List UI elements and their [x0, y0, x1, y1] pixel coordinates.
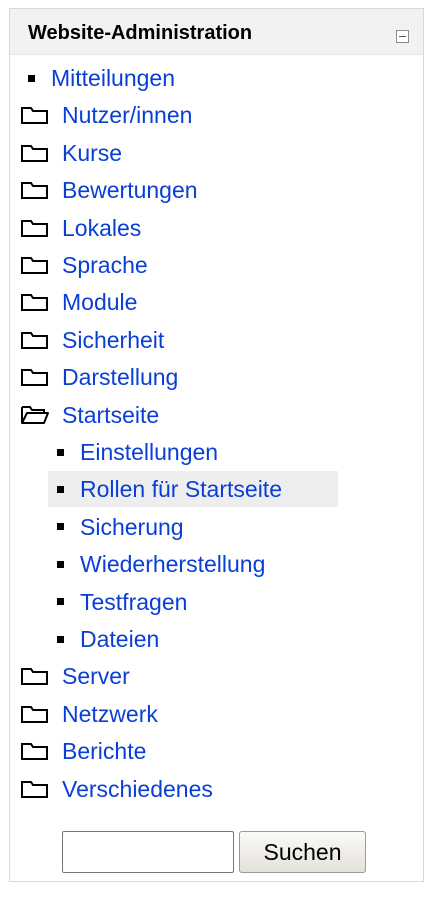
folder-open-icon[interactable] [20, 404, 50, 426]
tree-item: Module [20, 284, 137, 320]
tree-item: Verschiedenes [20, 771, 213, 807]
bullet-icon [57, 560, 64, 568]
tree-link[interactable]: Berichte [62, 733, 146, 769]
admin-block: Website-Administration Mitteilungen Nutze… [9, 8, 424, 882]
bullet-icon [28, 74, 35, 82]
tree-link[interactable]: Lokales [62, 210, 141, 246]
tree-link[interactable]: Einstellungen [80, 434, 218, 470]
bullet-icon [57, 448, 64, 456]
folder-closed-icon[interactable] [20, 703, 50, 725]
tree-subitem: Dateien [48, 621, 159, 657]
search-button[interactable]: Suchen [239, 831, 366, 873]
folder-closed-icon[interactable] [20, 254, 50, 276]
folder-closed-icon[interactable] [20, 329, 50, 351]
tree-item: Startseite [20, 397, 159, 433]
block-header: Website-Administration [10, 9, 423, 55]
folder-closed-icon[interactable] [20, 740, 50, 762]
tree-item: Netzwerk [20, 696, 158, 732]
tree-subitem: Einstellungen [48, 434, 218, 470]
folder-closed-icon[interactable] [20, 778, 50, 800]
tree-link[interactable]: Sicherung [80, 509, 184, 545]
minus-box-icon[interactable] [396, 30, 409, 43]
tree-item: Nutzer/innen [20, 97, 192, 133]
tree-item: Darstellung [20, 359, 178, 395]
tree-subitem: Wiederherstellung [48, 546, 265, 582]
tree-link[interactable]: Server [62, 658, 130, 694]
folder-closed-icon[interactable] [20, 104, 50, 126]
tree-item: Bewertungen [20, 172, 198, 208]
tree-link[interactable]: Darstellung [62, 359, 178, 395]
tree-link[interactable]: Startseite [62, 397, 159, 433]
tree-link[interactable]: Kurse [62, 135, 122, 171]
tree-item: Berichte [20, 733, 146, 769]
tree-link[interactable]: Sicherheit [62, 322, 164, 358]
bullet-icon [57, 635, 64, 643]
block-title: Website-Administration [28, 22, 253, 44]
tree-item: Sprache [20, 247, 148, 283]
tree-link[interactable]: Verschiedenes [62, 771, 213, 807]
tree-subitem: Sicherung [48, 509, 184, 545]
tree-item: Lokales [20, 210, 141, 246]
tree-item: Mitteilungen [19, 60, 175, 96]
tree-item: Server [20, 658, 130, 694]
bullet-icon [57, 485, 64, 493]
tree-link[interactable]: Nutzer/innen [62, 97, 192, 133]
search-input[interactable] [62, 831, 234, 873]
tree-subitem: Rollen für Startseite [48, 471, 338, 508]
tree-link[interactable]: Sprache [62, 247, 148, 283]
tree-subitem: Testfragen [48, 584, 187, 620]
tree-link[interactable]: Rollen für Startseite [80, 471, 282, 507]
folder-closed-icon[interactable] [20, 217, 50, 239]
tree-link[interactable]: Dateien [80, 621, 159, 657]
folder-closed-icon[interactable] [20, 665, 50, 687]
bullet-icon [57, 523, 64, 531]
bullet-icon [57, 598, 64, 606]
tree-link[interactable]: Mitteilungen [51, 60, 175, 96]
folder-closed-icon[interactable] [20, 142, 50, 164]
tree-link[interactable]: Module [62, 284, 137, 320]
tree-link[interactable]: Netzwerk [62, 696, 158, 732]
tree-link[interactable]: Wiederherstellung [80, 546, 265, 582]
tree-item: Kurse [20, 135, 122, 171]
tree-item: Sicherheit [20, 322, 164, 358]
folder-closed-icon[interactable] [20, 366, 50, 388]
tree-link[interactable]: Testfragen [80, 584, 187, 620]
tree-link[interactable]: Bewertungen [62, 172, 198, 208]
folder-closed-icon[interactable] [20, 291, 50, 313]
folder-closed-icon[interactable] [20, 179, 50, 201]
